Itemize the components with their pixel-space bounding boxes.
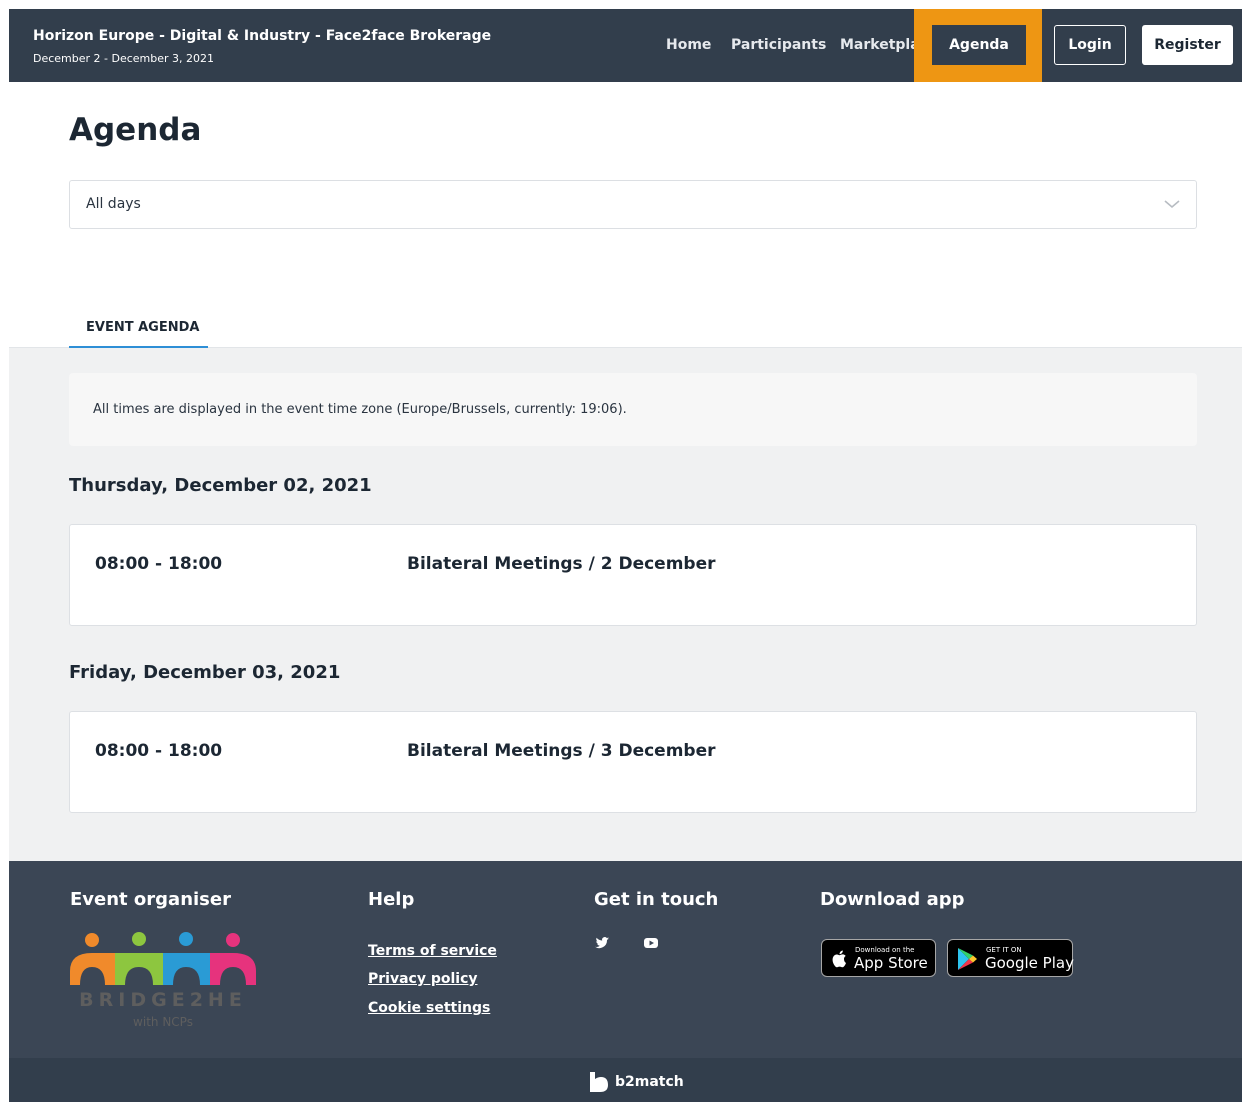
tab-event-agenda[interactable]: EVENT AGENDA [69,320,208,348]
google-play-icon [958,948,977,970]
nav-agenda[interactable]: Agenda [932,25,1026,65]
organiser-logo-text: BRIDGE2HE [79,989,247,1011]
session-time: 08:00 - 18:00 [95,554,223,574]
terms-of-service-link[interactable]: Terms of service [368,943,497,959]
footer: Event organiser BRIDGE2HE with NCPs Help… [9,861,1242,1058]
login-button[interactable]: Login [1054,25,1126,65]
download-app-heading: Download app [820,889,965,910]
app-store-badge[interactable]: Download on the App Store [821,939,936,977]
b2match-logo[interactable]: b2match [589,1071,689,1093]
agenda-session[interactable]: 08:00 - 18:00 Bilateral Meetings / 3 Dec… [69,711,1197,813]
b2match-text: b2match [615,1074,684,1090]
privacy-policy-link[interactable]: Privacy policy [368,971,478,987]
twitter-icon[interactable] [594,935,610,951]
nav-participants[interactable]: Participants [731,37,826,53]
event-dates: December 2 - December 3, 2021 [33,52,215,65]
organiser-logo-subtext: with NCPs [133,1015,193,1029]
bottom-brand-bar: b2match [9,1058,1242,1102]
register-button[interactable]: Register [1142,25,1233,65]
chevron-down-icon [1164,200,1180,209]
day-filter-select[interactable]: All days [69,180,1197,229]
google-play-small-text: GET IT ON [986,946,1022,954]
day-filter-value: All days [86,196,141,212]
get-in-touch-heading: Get in touch [594,889,719,910]
top-navigation-bar: Horizon Europe - Digital & Industry - Fa… [9,9,1242,82]
day-heading: Thursday, December 02, 2021 [69,475,372,496]
nav-marketplace[interactable]: Marketplace [840,37,918,53]
day-heading: Friday, December 03, 2021 [69,662,341,683]
b2match-icon [590,1072,608,1092]
timezone-notice: All times are displayed in the event tim… [69,373,1197,446]
page-frame: Horizon Europe - Digital & Industry - Fa… [9,9,1242,1102]
people-logo-icon [70,932,256,985]
cookie-settings-link[interactable]: Cookie settings [368,1000,490,1016]
agenda-header-section: Agenda All days EVENT AGENDA [9,82,1242,348]
app-store-big-text: App Store [854,954,928,972]
agenda-session[interactable]: 08:00 - 18:00 Bilateral Meetings / 2 Dec… [69,524,1197,626]
timezone-text: All times are displayed in the event tim… [93,402,627,417]
nav-home[interactable]: Home [666,37,711,53]
app-store-small-text: Download on the [855,946,915,954]
google-play-big-text: Google Play [985,954,1074,972]
organiser-logo[interactable]: BRIDGE2HE with NCPs [70,931,256,1033]
session-time: 08:00 - 18:00 [95,741,223,761]
apple-icon [832,950,846,968]
tab-label: EVENT AGENDA [86,320,200,335]
session-title[interactable]: Bilateral Meetings / 2 December [407,554,716,574]
help-heading: Help [368,889,415,910]
event-title[interactable]: Horizon Europe - Digital & Industry - Fa… [33,28,491,44]
organiser-heading: Event organiser [70,889,231,910]
youtube-icon[interactable] [643,935,659,951]
google-play-badge[interactable]: GET IT ON Google Play [947,939,1074,977]
page-title: Agenda [69,112,202,148]
session-title[interactable]: Bilateral Meetings / 3 December [407,741,716,761]
